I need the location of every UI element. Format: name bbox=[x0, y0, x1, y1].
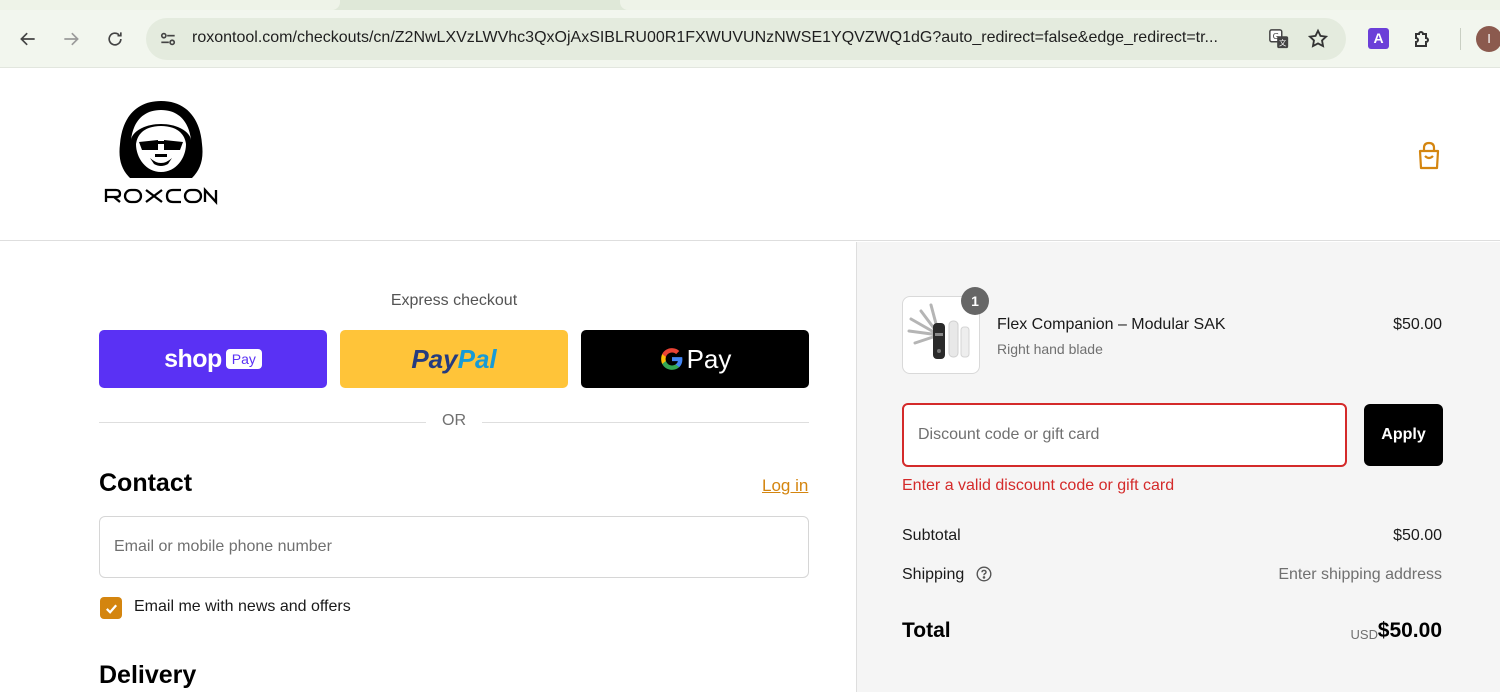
shop-pay-button[interactable]: shop Pay bbox=[99, 330, 327, 388]
subtotal-label: Subtotal bbox=[902, 527, 961, 544]
shopping-bag-icon[interactable] bbox=[1413, 140, 1445, 172]
apply-discount-button[interactable]: Apply bbox=[1364, 404, 1443, 466]
quantity-badge: 1 bbox=[961, 287, 989, 315]
log-in-link[interactable]: Log in bbox=[762, 476, 808, 496]
paypal-wordmark-pay: Pay bbox=[411, 343, 458, 374]
order-summary: 1 Flex Companion – Modular SAK Right han… bbox=[856, 242, 1500, 692]
or-divider: OR bbox=[99, 412, 809, 434]
arrow-right-icon bbox=[64, 32, 79, 46]
google-g-icon bbox=[660, 348, 682, 370]
shipping-value: Enter shipping address bbox=[1278, 566, 1442, 583]
url-text[interactable]: roxontool.com/checkouts/cn/Z2NwLXVzLWVhc… bbox=[192, 29, 1262, 47]
paypal-wordmark-pal: Pal bbox=[457, 343, 497, 374]
product-price: $50.00 bbox=[1393, 316, 1442, 333]
reload-icon bbox=[108, 32, 122, 46]
address-bar[interactable]: roxontool.com/checkouts/cn/Z2NwLXVzLWVhc… bbox=[146, 18, 1346, 60]
forward-button[interactable] bbox=[56, 24, 86, 54]
paypal-button[interactable]: PayPal bbox=[340, 330, 568, 388]
shop-pay-badge: Pay bbox=[225, 349, 262, 369]
translate-icon[interactable]: G文 bbox=[1268, 28, 1290, 50]
product-name: Flex Companion – Modular SAK bbox=[997, 316, 1226, 333]
profile-avatar[interactable]: I bbox=[1476, 26, 1500, 52]
currency-code: USD bbox=[1350, 627, 1378, 642]
subtotal-value: $50.00 bbox=[1393, 527, 1442, 544]
shop-pay-wordmark: shop bbox=[164, 344, 222, 373]
back-button[interactable] bbox=[13, 24, 43, 54]
divider-line-left bbox=[99, 422, 426, 423]
toolbar-divider bbox=[1460, 28, 1461, 50]
express-checkout-label: Express checkout bbox=[390, 292, 518, 309]
divider-line-right bbox=[482, 422, 809, 423]
discount-code-input[interactable] bbox=[902, 403, 1347, 467]
delivery-title: Delivery bbox=[99, 661, 197, 689]
google-pay-button[interactable]: Pay bbox=[581, 330, 809, 388]
product-variant: Right hand blade bbox=[997, 341, 1103, 357]
paypal-logo: PayPal bbox=[411, 344, 496, 375]
active-tab[interactable] bbox=[0, 0, 340, 10]
google-pay-wordmark: Pay bbox=[686, 343, 732, 374]
discount-error-message: Enter a valid discount code or gift card bbox=[902, 477, 1175, 494]
extension-icon[interactable]: A bbox=[1368, 28, 1389, 49]
email-field[interactable] bbox=[99, 516, 809, 578]
shipping-label: Shipping bbox=[902, 566, 965, 583]
total-value: $50.00 bbox=[1377, 619, 1442, 642]
bookmark-star-icon[interactable] bbox=[1307, 28, 1329, 50]
checkmark-icon bbox=[105, 603, 117, 614]
arrow-left-icon bbox=[20, 32, 35, 46]
total-label: Total bbox=[902, 619, 951, 642]
site-header bbox=[0, 68, 1500, 241]
contact-title: Contact bbox=[99, 469, 193, 497]
or-label: OR bbox=[442, 412, 466, 429]
checkout-main: Express checkout shop Pay PayPal Pay OR … bbox=[0, 242, 856, 692]
help-circle-icon[interactable] bbox=[976, 566, 992, 582]
tab-strip bbox=[0, 0, 1500, 10]
reload-button[interactable] bbox=[100, 24, 130, 54]
background-tab[interactable] bbox=[620, 0, 1500, 10]
site-settings-icon[interactable] bbox=[158, 29, 178, 49]
browser-toolbar: roxontool.com/checkouts/cn/Z2NwLXVzLWVhc… bbox=[0, 10, 1500, 68]
extensions-puzzle-icon[interactable] bbox=[1411, 26, 1435, 50]
roxcon-logo[interactable] bbox=[102, 98, 220, 208]
svg-text:文: 文 bbox=[1279, 38, 1287, 47]
newsletter-checkbox[interactable] bbox=[100, 597, 122, 619]
newsletter-label[interactable]: Email me with news and offers bbox=[134, 598, 351, 616]
